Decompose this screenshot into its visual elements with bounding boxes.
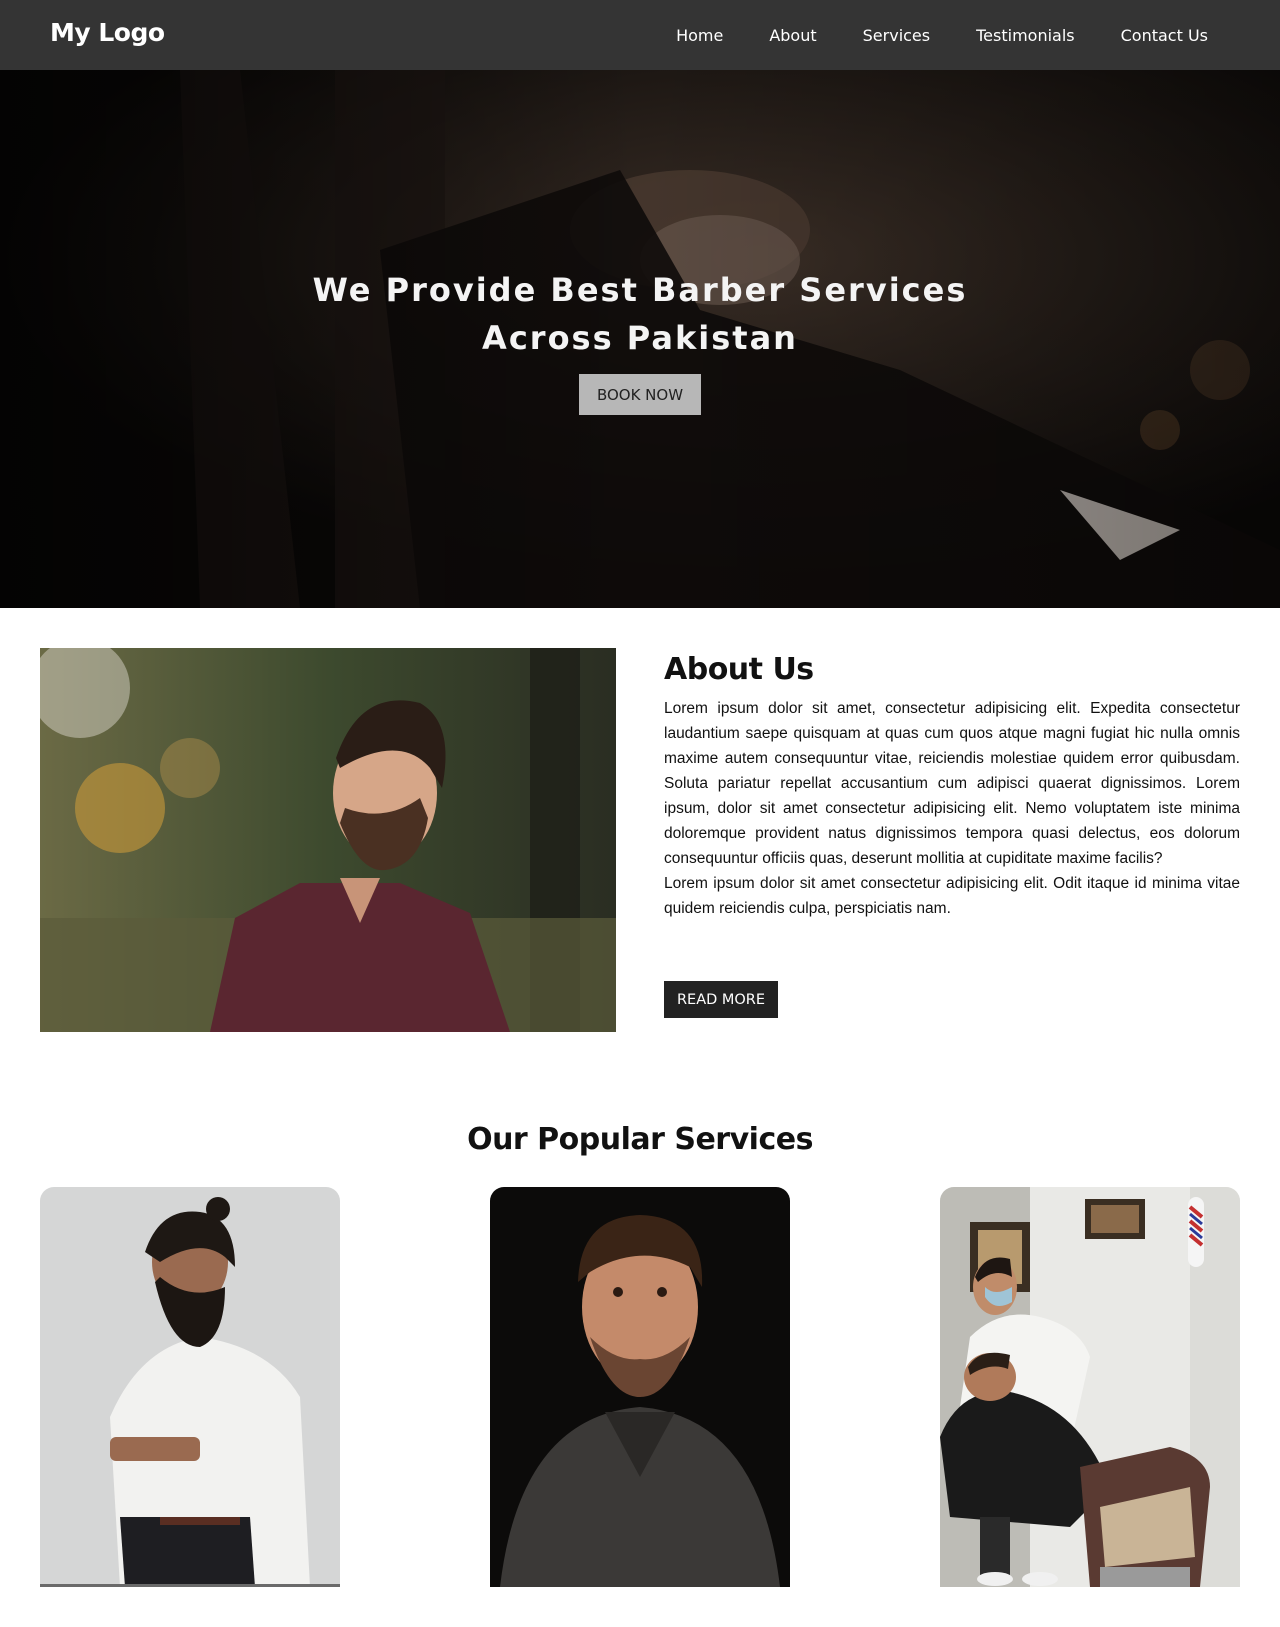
hero-heading: We Provide Best Barber Services Across P…	[0, 266, 1280, 362]
service-card-2-image	[490, 1187, 790, 1587]
about-image	[40, 648, 616, 1032]
services-heading: Our Popular Services	[467, 1122, 813, 1157]
hero-heading-line2: Across Pakistan	[482, 319, 798, 357]
service-card-3-image	[940, 1187, 1240, 1587]
nav-link-services[interactable]: Services	[863, 26, 930, 45]
service-card-3[interactable]	[940, 1187, 1240, 1587]
nav-link-testimonials[interactable]: Testimonials	[976, 26, 1075, 45]
service-card-1[interactable]	[40, 1187, 340, 1587]
hero-section: We Provide Best Barber Services Across P…	[0, 70, 1280, 608]
book-now-button[interactable]: BOOK NOW	[579, 374, 701, 415]
read-more-button[interactable]: READ MORE	[664, 981, 778, 1018]
site-logo[interactable]: My Logo	[50, 18, 165, 47]
about-text: Lorem ipsum dolor sit amet, consectetur …	[664, 696, 1240, 921]
service-card-2[interactable]	[490, 1187, 790, 1587]
nav-links: Home About Services Testimonials Contact…	[676, 0, 1208, 70]
about-paragraph-2: Lorem ipsum dolor sit amet consectetur a…	[664, 875, 1240, 917]
about-paragraph-1: Lorem ipsum dolor sit amet, consectetur …	[664, 700, 1240, 867]
hero-heading-line1: We Provide Best Barber Services	[312, 271, 968, 309]
nav-link-contact[interactable]: Contact Us	[1121, 26, 1208, 45]
nav-link-about[interactable]: About	[769, 26, 816, 45]
navbar: My Logo Home About Services Testimonials…	[0, 0, 1280, 70]
nav-link-home[interactable]: Home	[676, 26, 723, 45]
about-heading: About Us	[664, 652, 814, 687]
service-card-1-image	[40, 1187, 340, 1587]
